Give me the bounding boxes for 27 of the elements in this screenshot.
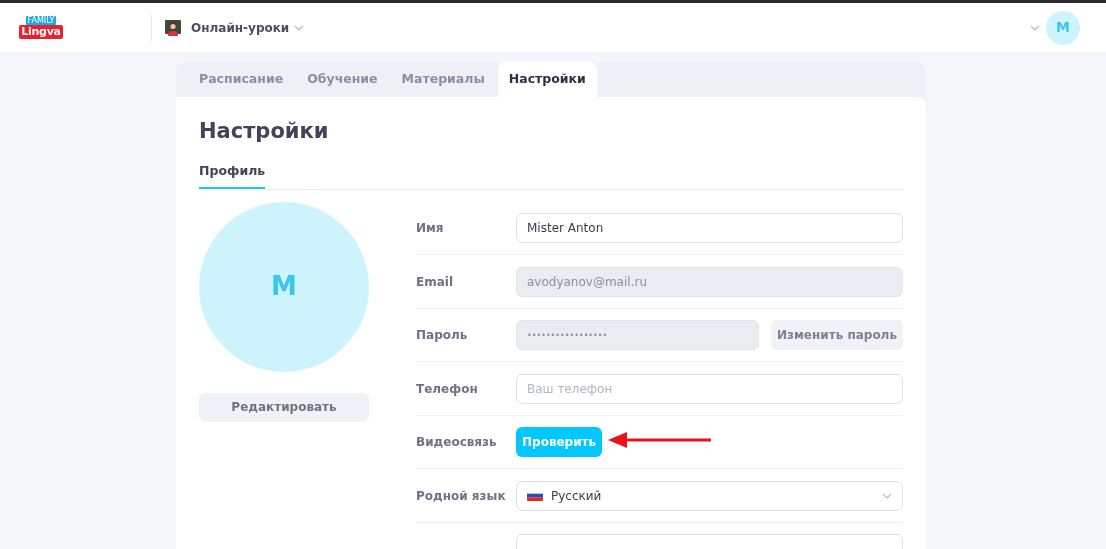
field-label: Имя <box>416 220 445 237</box>
profile-avatar: M <box>199 201 369 372</box>
flag-icon <box>527 490 543 501</box>
check-button[interactable]: Проверить <box>516 427 603 457</box>
email-field[interactable]: avodyanov@mail.ru <box>516 266 903 297</box>
text-field[interactable]: Mister Anton <box>516 213 903 243</box>
edit-button[interactable]: Редактировать <box>199 392 369 422</box>
nav-tab[interactable]: Материалы <box>390 62 496 97</box>
nav-tab[interactable]: Расписание <box>188 62 295 97</box>
field-label: Email <box>416 273 455 291</box>
nav-tab[interactable]: Обучение <box>296 62 389 97</box>
password-field[interactable]: ••••••••••••••••• <box>516 320 759 350</box>
text-field[interactable]: Ваш телефон <box>516 373 903 404</box>
field-label: Пароль <box>416 327 469 344</box>
field-label: Телефон <box>416 380 479 398</box>
chevron-down-icon <box>1030 24 1040 31</box>
field-label: Родной язык <box>416 487 507 505</box>
language-select[interactable]: Русский <box>516 480 903 511</box>
field-label: Видеосвязь <box>416 434 498 451</box>
page-title: Настройки <box>199 118 330 145</box>
teacher-avatar-icon <box>164 18 182 37</box>
product-dropdown[interactable]: Онлайн-уроки <box>191 18 305 37</box>
change-password-button[interactable]: Изменить пароль <box>771 320 903 350</box>
chevron-down-icon <box>882 492 892 499</box>
profile-tab[interactable]: Профиль <box>199 162 266 189</box>
nav-tab[interactable]: Настройки <box>497 62 597 97</box>
chevron-down-icon <box>294 24 305 31</box>
